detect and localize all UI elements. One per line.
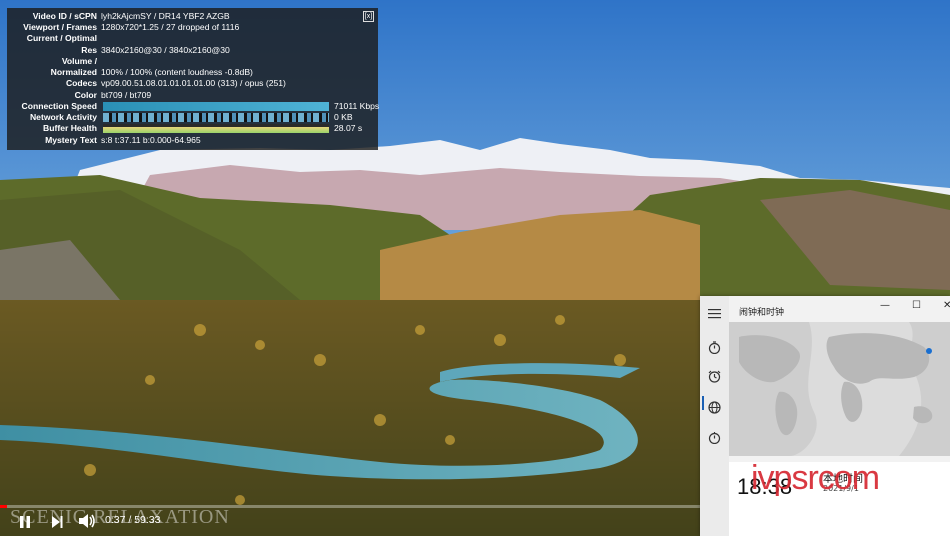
timer-icon[interactable] bbox=[708, 339, 721, 355]
alarms-clock-window: 闹钟和时钟 — ☐ ✕ 18:38 本地时间 2021/9/1 bbox=[700, 296, 950, 536]
stats-for-nerds-panel: [x] Video ID / sCPN lyh2kAjcmSY / DR14 Y… bbox=[7, 8, 380, 150]
stats-value: 28.07 s bbox=[334, 123, 363, 133]
maximize-button[interactable]: ☐ bbox=[912, 300, 921, 311]
stats-label: Res bbox=[81, 45, 97, 55]
player-controls: SCENIC RELAXATION 0:37 / 59:33 bbox=[0, 500, 700, 536]
volume-icon bbox=[79, 514, 95, 528]
stats-value: 3840x2160@30 / 3840x2160@30 bbox=[101, 45, 230, 55]
stats-value: s:8 t:37.11 b:0.000-64.965 bbox=[101, 135, 201, 145]
stats-label: Normalized bbox=[50, 67, 97, 77]
stats-label: Current / Optimal bbox=[26, 33, 97, 43]
connection-speed-graph bbox=[103, 102, 329, 111]
stats-value: lyh2kAjcmSY / DR14 YBF2 AZGB bbox=[101, 11, 230, 21]
stats-value: vp09.00.51.08.01.01.01.01.00 (313) / opu… bbox=[101, 78, 286, 88]
buffer-health-graph bbox=[103, 124, 329, 133]
stats-row-mystery-text: Mystery Text s:8 t:37.11 b:0.000-64.965 bbox=[7, 135, 378, 146]
stats-label: Mystery Text bbox=[45, 135, 97, 145]
stats-label: Video ID / sCPN bbox=[32, 11, 97, 21]
hamburger-icon[interactable] bbox=[708, 305, 721, 319]
stats-value: 100% / 100% (content loudness -0.8dB) bbox=[101, 67, 253, 77]
stats-label: Network Activity bbox=[29, 112, 97, 122]
stats-value: 1280x720*1.25 / 27 dropped of 1116 bbox=[101, 22, 240, 32]
stats-row-viewport: Viewport / Frames 1280x720*1.25 / 27 dro… bbox=[7, 22, 378, 33]
stats-label: Color bbox=[74, 90, 97, 100]
stats-row-video-id: Video ID / sCPN lyh2kAjcmSY / DR14 YBF2 … bbox=[7, 11, 378, 22]
pause-button[interactable] bbox=[18, 514, 32, 533]
next-button[interactable] bbox=[50, 514, 64, 533]
stats-label: Viewport / Frames bbox=[23, 22, 97, 32]
volume-button[interactable] bbox=[78, 513, 96, 533]
progress-played bbox=[0, 505, 8, 508]
world-map[interactable] bbox=[729, 322, 950, 456]
minimize-button[interactable]: — bbox=[880, 300, 890, 311]
app-nav-rail bbox=[700, 296, 729, 536]
stats-row-volume: Volume / bbox=[7, 56, 378, 67]
site-watermark: ivpsrcom bbox=[751, 459, 880, 497]
stats-row-res: Res 3840x2160@30 / 3840x2160@30 bbox=[7, 45, 378, 56]
stopwatch-icon[interactable] bbox=[708, 429, 721, 445]
window-title: 闹钟和时钟 bbox=[739, 308, 785, 318]
network-activity-graph bbox=[103, 113, 329, 122]
close-button[interactable]: ✕ bbox=[943, 300, 950, 311]
pause-icon bbox=[20, 516, 30, 528]
stats-row-normalized: Normalized 100% / 100% (content loudness… bbox=[7, 67, 378, 78]
stats-row-color: Color bt709 / bt709 bbox=[7, 90, 378, 101]
stats-row-current-optimal: Current / Optimal bbox=[7, 33, 378, 44]
stats-value: 71011 Kbps bbox=[334, 101, 380, 111]
time-display: 0:37 / 59:33 bbox=[105, 514, 161, 526]
stats-label: Buffer Health bbox=[43, 123, 97, 133]
stats-row-codecs: Codecs vp09.00.51.08.01.01.01.01.00 (313… bbox=[7, 78, 378, 89]
progress-bar[interactable] bbox=[0, 505, 700, 508]
skip-next-icon bbox=[52, 516, 63, 528]
stats-label: Volume / bbox=[61, 56, 97, 66]
stats-row-network-activity: Network Activity 0 KB bbox=[7, 112, 378, 123]
world-clock-icon[interactable] bbox=[708, 399, 721, 414]
stats-label: Codecs bbox=[65, 78, 97, 88]
stats-row-buffer-health: Buffer Health 28.07 s bbox=[7, 123, 378, 134]
alarm-icon[interactable] bbox=[708, 368, 721, 383]
stats-row-connection-speed: Connection Speed 71011 Kbps bbox=[7, 101, 380, 112]
active-nav-indicator bbox=[702, 396, 704, 410]
stats-value: bt709 / bt709 bbox=[101, 90, 152, 100]
stats-value: 0 KB bbox=[334, 112, 353, 122]
stats-label: Connection Speed bbox=[21, 101, 97, 111]
